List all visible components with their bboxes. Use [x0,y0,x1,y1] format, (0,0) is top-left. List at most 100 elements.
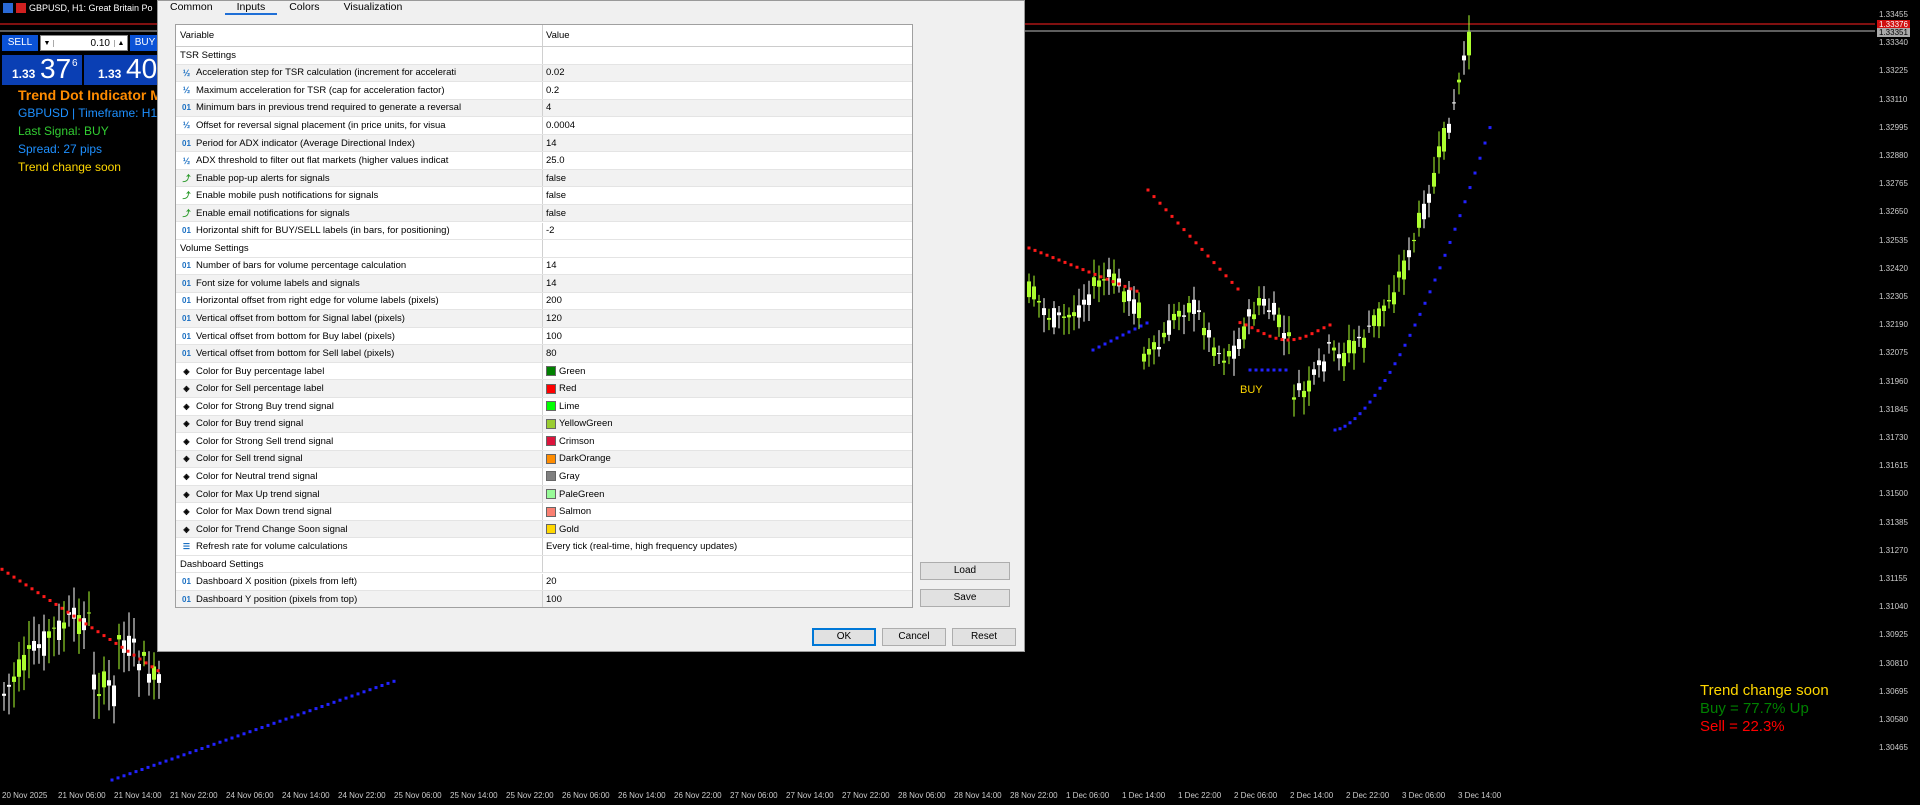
value-text[interactable]: Salmon [559,506,591,517]
color-swatch[interactable] [546,366,556,377]
time-axis[interactable]: 20 Nov 2025 21 Nov 06:00 21 Nov 14:00 21 No… [0,788,1875,804]
input-row[interactable]: ◈ Color for Buy trend signal YellowGreen [176,415,912,434]
lot-increment-icon[interactable]: ▲ [114,39,127,47]
load-button[interactable]: Load [920,562,1010,580]
color-swatch[interactable] [546,383,556,394]
value-text[interactable]: PaleGreen [559,489,604,500]
color-swatch[interactable] [546,436,556,447]
value-text[interactable]: DarkOrange [559,453,611,464]
input-row[interactable]: ½ Offset for reversal signal placement (i… [176,117,912,135]
input-row[interactable]: 01 Period for ADX indicator (Average Dire… [176,134,912,153]
value-text[interactable]: Crimson [559,436,594,447]
buy-price[interactable]: 1.33 40 [84,53,160,85]
sell-button[interactable]: SELL [2,35,38,51]
value-cell[interactable]: 4 [543,100,912,117]
input-row[interactable]: 01 Horizontal shift for BUY/SELL labels (… [176,222,912,240]
value-text[interactable]: 0.2 [546,85,559,96]
input-row[interactable]: 01 Number of bars for volume percentage c… [176,257,912,276]
value-cell[interactable]: Every tick (real-time, high frequency up… [543,538,912,555]
input-row[interactable]: ½ Maximum acceleration for TSR (cap for a… [176,82,912,100]
value-text[interactable]: Gold [559,524,579,535]
value-cell[interactable]: Red [543,380,912,397]
value-text[interactable]: 0.02 [546,67,565,78]
input-row[interactable]: ◈ Color for Trend Change Soon signal Gold [176,520,912,539]
value-cell[interactable]: 80 [543,345,912,362]
col-variable-header[interactable]: Variable [176,25,543,46]
value-text[interactable]: 4 [546,102,551,113]
value-text[interactable]: Green [559,366,585,377]
input-row[interactable]: ½ ADX threshold to filter out flat market… [176,152,912,170]
value-text[interactable]: -2 [546,225,554,236]
value-cell[interactable]: 25.0 [543,152,912,169]
value-text[interactable]: 14 [546,278,557,289]
color-swatch[interactable] [546,524,556,535]
input-row[interactable]: ◈ Color for Strong Buy trend signal Lime [176,398,912,416]
value-text[interactable]: 20 [546,576,557,587]
chart-icon[interactable] [16,3,26,13]
color-swatch[interactable] [546,453,556,464]
cancel-button[interactable]: Cancel [882,628,946,646]
value-cell[interactable]: 120 [543,310,912,327]
value-cell[interactable]: DarkOrange [543,451,912,468]
reset-button[interactable]: Reset [952,628,1016,646]
value-cell[interactable]: YellowGreen [543,416,912,433]
input-row[interactable]: ◈ Color for Max Up trend signal PaleGreen [176,485,912,504]
input-row[interactable]: 01 Vertical offset from bottom for Buy la… [176,327,912,346]
value-cell[interactable]: Salmon [543,503,912,520]
value-text[interactable]: 100 [546,331,562,342]
value-cell[interactable]: false [543,205,912,222]
value-text[interactable]: 25.0 [546,155,565,166]
input-row[interactable]: ◈ Color for Max Down trend signal Salmon [176,503,912,521]
col-value-header[interactable]: Value [543,25,912,46]
value-cell[interactable]: 200 [543,293,912,310]
color-swatch[interactable] [546,489,556,499]
value-text[interactable]: 100 [546,594,562,605]
value-cell[interactable]: Crimson [543,433,912,450]
input-row[interactable]: ⤴ Enable pop-up alerts for signals false [176,169,912,188]
input-row[interactable]: 01 Vertical offset from bottom for Sell l… [176,345,912,363]
color-swatch[interactable] [546,471,556,482]
value-cell[interactable]: false [543,187,912,204]
price-axis[interactable]: 1.33455 1.33340 1.33225 1.33110 1.32995 1.328… [1875,0,1920,790]
value-text[interactable]: 200 [546,295,562,306]
save-button[interactable]: Save [920,589,1010,607]
input-row[interactable]: ◈ Color for Sell percentage label Red [176,380,912,398]
value-cell[interactable]: -2 [543,223,912,240]
value-cell[interactable]: 100 [543,591,912,607]
value-text[interactable]: 80 [546,348,557,359]
ok-button[interactable]: OK [812,628,876,646]
input-row[interactable]: 01 Minimum bars in previous trend require… [176,99,912,118]
value-cell[interactable]: Gray [543,468,912,485]
input-row[interactable]: ⤴ Enable email notifications for signals f… [176,204,912,223]
value-cell[interactable]: 0.0004 [543,117,912,134]
value-cell[interactable]: false [543,170,912,187]
value-text[interactable]: Gray [559,471,580,482]
value-text[interactable]: false [546,190,566,201]
value-text[interactable]: Red [559,383,576,394]
value-text[interactable]: 0.0004 [546,120,575,131]
color-swatch[interactable] [546,418,556,429]
input-row[interactable]: ◈ Color for Sell trend signal DarkOrange [176,450,912,469]
tab-visualization[interactable]: Visualization [332,1,415,15]
lot-size-field[interactable]: ▼ 0.10 ▲ [40,35,128,51]
value-cell[interactable]: 14 [543,275,912,292]
value-cell[interactable]: 0.02 [543,65,912,82]
menu-icon[interactable] [3,3,13,13]
tab-common[interactable]: Common [158,1,225,15]
value-text[interactable]: YellowGreen [559,418,613,429]
value-text[interactable]: false [546,208,566,219]
input-row[interactable]: 01 Vertical offset from bottom for Signal… [176,310,912,328]
value-cell[interactable]: Gold [543,521,912,538]
value-cell[interactable]: 100 [543,328,912,345]
value-cell[interactable]: 14 [543,258,912,275]
value-cell[interactable]: 14 [543,135,912,152]
input-row[interactable]: ◈ Color for Buy percentage label Green [176,362,912,381]
value-cell[interactable]: Green [543,363,912,380]
input-row[interactable]: ◈ Color for Neutral trend signal Gray [176,468,912,486]
lot-value[interactable]: 0.10 [54,38,114,49]
color-swatch[interactable] [546,506,556,517]
input-row[interactable]: 01 Font size for volume labels and signal… [176,275,912,293]
value-text[interactable]: 120 [546,313,562,324]
value-cell[interactable]: 0.2 [543,82,912,99]
value-text[interactable]: Every tick (real-time, high frequency up… [546,541,737,552]
